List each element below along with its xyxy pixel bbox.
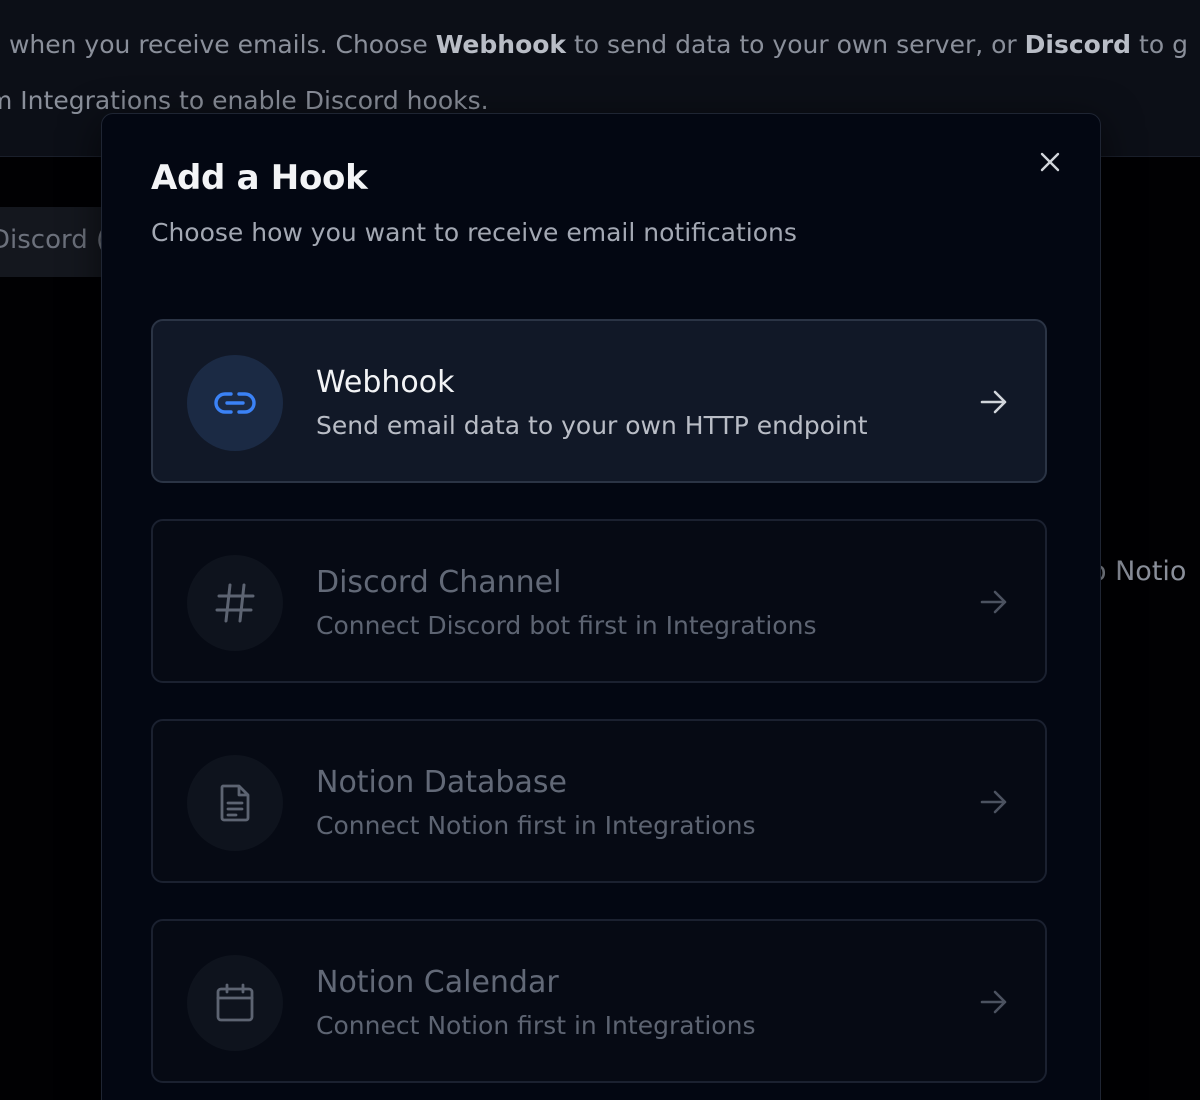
arrow-right-icon (977, 985, 1011, 1019)
arrow-right-icon (977, 385, 1011, 419)
add-hook-modal: Add a Hook Choose how you want to receiv… (101, 113, 1101, 1100)
modal-title: Add a Hook (151, 158, 368, 198)
hash-icon (215, 583, 255, 623)
document-icon (220, 784, 250, 822)
arrow-right-icon (977, 785, 1011, 819)
link-icon (214, 392, 256, 414)
option-webhook-icon-circle (187, 355, 283, 451)
background-discord-tab: Discord ( (0, 207, 110, 277)
arrow-right-icon (977, 585, 1011, 619)
close-button[interactable] (1032, 144, 1068, 180)
option-notion-database[interactable]: Notion Database Connect Notion first in … (151, 719, 1047, 883)
modal-subtitle: Choose how you want to receive email not… (151, 218, 797, 247)
option-notion-database-title: Notion Database (316, 765, 567, 800)
background-notion-text: o Notio (1090, 556, 1187, 587)
option-webhook-title: Webhook (316, 365, 455, 400)
close-icon (1040, 152, 1060, 172)
option-discord-description: Connect Discord bot first in Integration… (316, 611, 817, 640)
option-webhook[interactable]: Webhook Send email data to your own HTTP… (151, 319, 1047, 483)
option-discord-title: Discord Channel (316, 565, 562, 600)
option-notion-calendar[interactable]: Notion Calendar Connect Notion first in … (151, 919, 1047, 1083)
option-notion-calendar-title: Notion Calendar (316, 965, 559, 1000)
option-notion-database-icon-circle (187, 755, 283, 851)
option-notion-database-description: Connect Notion first in Integrations (316, 811, 756, 840)
info-banner-line-2: m Integrations to enable Discord hooks. (0, 86, 489, 115)
page: s when you receive emails. Choose Webhoo… (0, 0, 1200, 1100)
option-notion-calendar-icon-circle (187, 955, 283, 1051)
info-banner-line-1: s when you receive emails. Choose Webhoo… (0, 30, 1188, 59)
calendar-icon (216, 983, 254, 1022)
background-discord-tab-label: Discord ( (0, 225, 107, 255)
option-discord-icon-circle (187, 555, 283, 651)
option-webhook-description: Send email data to your own HTTP endpoin… (316, 411, 868, 440)
option-notion-calendar-description: Connect Notion first in Integrations (316, 1011, 756, 1040)
option-discord-channel[interactable]: Discord Channel Connect Discord bot firs… (151, 519, 1047, 683)
